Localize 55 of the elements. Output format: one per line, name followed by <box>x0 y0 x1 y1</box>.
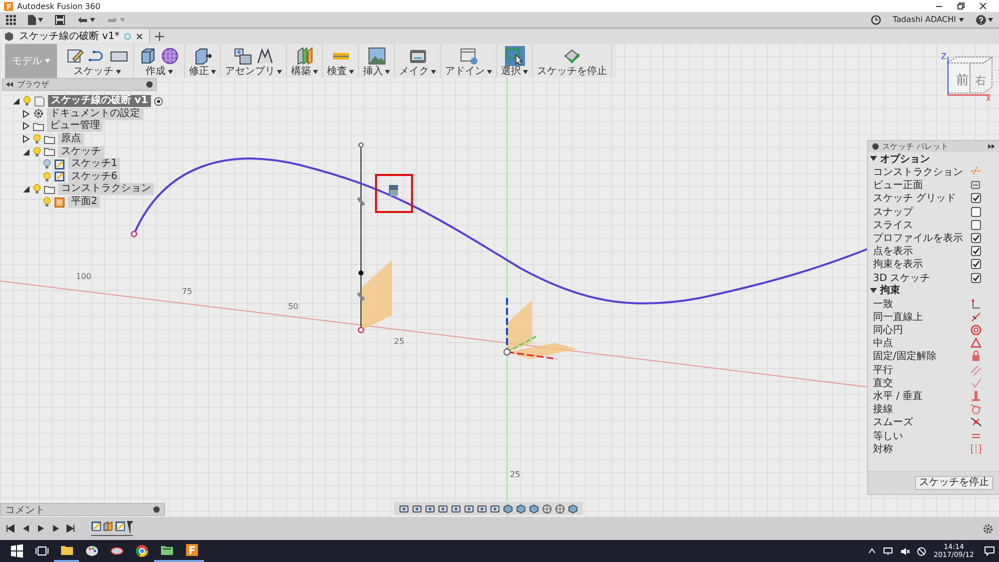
toolbar-menu[interactable]: アドイン <box>445 66 492 77</box>
ruler-label: 50 <box>288 302 298 311</box>
toolbar-menu[interactable]: 挿入 <box>363 66 390 77</box>
option-label: 同心円 <box>873 324 904 338</box>
option-label: コンストラクション <box>873 166 964 179</box>
panel-title: ブラウザ <box>17 79 49 90</box>
tree-item[interactable]: ドキュメントの設定 <box>47 108 143 120</box>
toolbar-menu[interactable]: 作成 <box>146 66 172 77</box>
option-label: 中点 <box>873 336 894 350</box>
option-label: 拘束を表示 <box>873 258 924 272</box>
ruler-label: 25 <box>510 470 520 479</box>
toolbar-menu[interactable]: 選択 <box>501 66 528 77</box>
option-label: プロファイルを表示 <box>873 232 964 245</box>
tree-item[interactable]: スケッチ線の破断 v1 <box>48 95 151 108</box>
option-label: スナップ <box>873 206 914 219</box>
toolbar-menu[interactable]: 修正 <box>189 66 216 77</box>
section-title: オプション <box>880 152 930 166</box>
toolbar-menu[interactable]: スケッチ <box>74 66 120 77</box>
tree-item[interactable]: 原点 <box>58 133 84 146</box>
option-label: 一致 <box>873 298 893 311</box>
option-label: ビュー正面 <box>873 179 924 192</box>
tree-item[interactable]: スケッチ1 <box>68 158 120 170</box>
option-label: 対称 <box>873 442 894 456</box>
toolbar-menu[interactable]: メイク <box>399 66 436 77</box>
option-label: スムーズ <box>873 416 914 430</box>
ruler-label: 25 <box>394 337 404 346</box>
option-label: 同一直線上 <box>873 310 924 324</box>
toolbar-menu[interactable]: 検査 <box>327 66 354 77</box>
ruler-label: 100 <box>76 272 92 281</box>
tree-item[interactable]: スケッチ <box>58 146 104 158</box>
option-label: 点を表示 <box>873 244 914 258</box>
option-label: 3D スケッチ <box>873 272 932 284</box>
tree-item[interactable]: 平面2 <box>68 196 100 208</box>
tree-item[interactable]: ビュー管理 <box>47 120 103 132</box>
tree-item[interactable]: コンストラクション <box>58 183 154 196</box>
document-tab[interactable]: スケッチ線の破断 v1* <box>0 29 150 43</box>
option-label: スライス <box>873 218 914 232</box>
option-label: 等しい <box>873 430 904 443</box>
ruler-label: 75 <box>182 287 192 296</box>
toolbar-menu[interactable]: 構築 <box>291 66 318 77</box>
stop-sketch-button[interactable]: スケッチを停止 <box>915 476 993 490</box>
toolbar-menu[interactable]: アセンブリ <box>225 66 282 77</box>
option-label: 平行 <box>873 364 894 377</box>
tree-item[interactable]: スケッチ6 <box>68 170 120 183</box>
palette-title: スケッチ パレット <box>882 141 949 152</box>
window-title: Autodesk Fusion 360 <box>17 2 100 10</box>
option-label: 水平 / 垂直 <box>873 390 924 403</box>
user-menu[interactable]: Tadashi ADACHI <box>892 15 964 24</box>
panel-title: コメント <box>5 504 45 516</box>
option-label: 直交 <box>873 376 894 390</box>
option-label: 接線 <box>873 402 894 416</box>
toolbar-menu[interactable]: スケッチを停止 <box>537 66 607 77</box>
option-label: スケッチ グリッド <box>873 192 958 206</box>
option-label: 固定/固定解除 <box>873 350 938 364</box>
section-title: 拘束 <box>880 284 900 298</box>
